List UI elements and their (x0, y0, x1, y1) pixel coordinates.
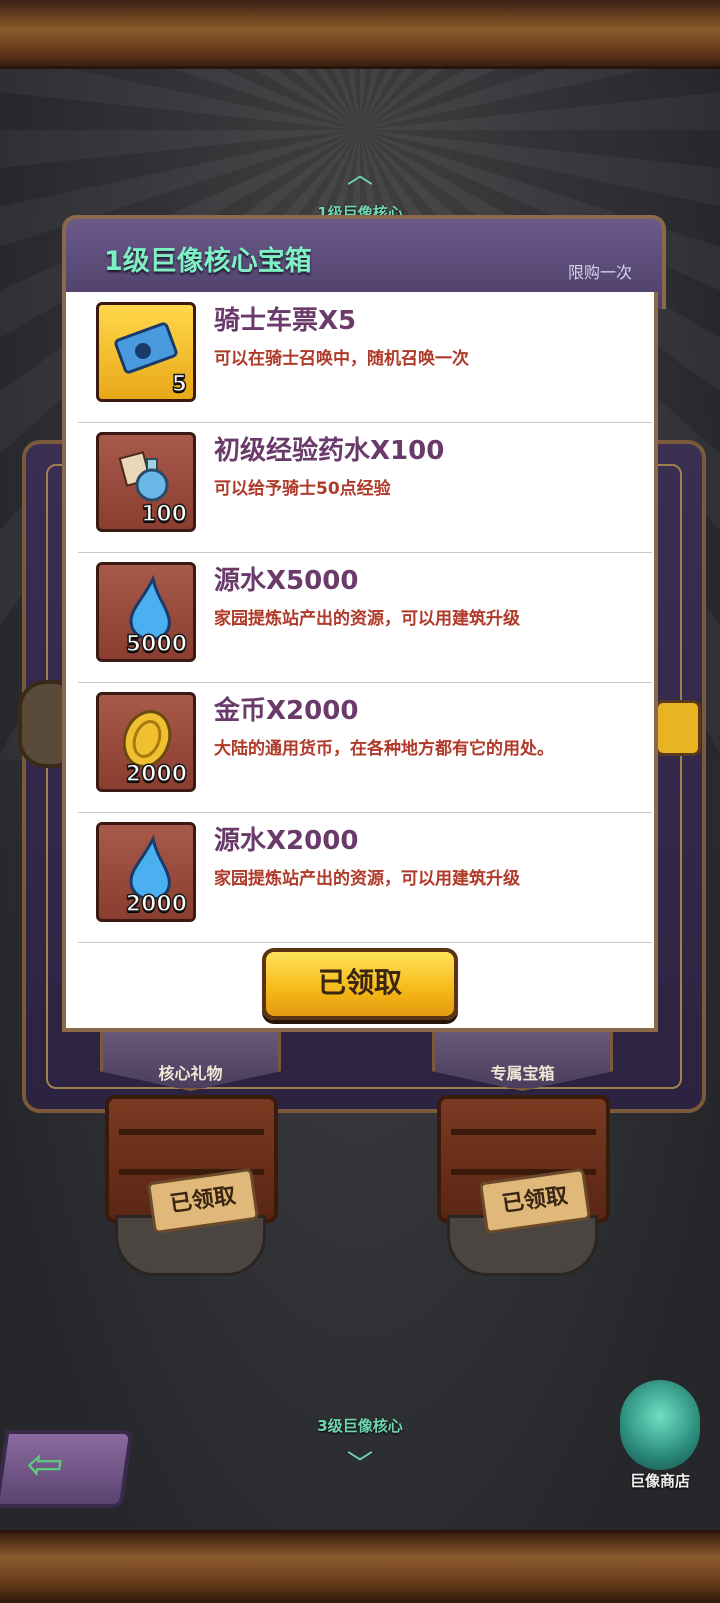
water-icon-frame: 2000 (96, 822, 196, 922)
reward-dialog: 5 骑士车票X5 可以在骑士召唤中，随机召唤一次 100 初级经验药水X100 … (62, 292, 658, 1032)
item-description: 可以在骑士召唤中，随机召唤一次 (214, 349, 469, 369)
back-button[interactable]: ⇦ (0, 1430, 134, 1508)
item-description: 大陆的通用货币，在各种地方都有它的用处。 (214, 739, 554, 759)
chevron-up-icon[interactable]: ︿ (345, 160, 375, 190)
side-tab[interactable] (655, 700, 701, 756)
water-icon-frame: 5000 (96, 562, 196, 662)
shop-orb-icon (620, 1380, 700, 1470)
reward-row: 2000 金币X2000 大陆的通用货币，在各种地方都有它的用处。 (78, 682, 652, 813)
arrow-left-icon: ⇦ (23, 1439, 68, 1490)
item-name: 源水X2000 (214, 826, 359, 856)
colossus-shop-button[interactable]: 巨像商店 (610, 1370, 710, 1500)
item-description: 家园提炼站产出的资源，可以用建筑升级 (214, 869, 520, 889)
reward-row: 2000 源水X2000 家园提炼站产出的资源，可以用建筑升级 (78, 812, 652, 943)
item-name: 源水X5000 (214, 566, 359, 596)
ticket-icon-frame: 5 (96, 302, 196, 402)
item-quantity: 2000 (125, 891, 188, 918)
ticket-icon (114, 322, 178, 374)
item-quantity: 5000 (125, 631, 188, 658)
bottom-frame (0, 1530, 720, 1603)
coin-icon-frame: 2000 (96, 692, 196, 792)
purchase-limit: 限购一次 (567, 263, 632, 282)
chest-tag: 专属宝箱 (432, 1025, 613, 1091)
reward-row: 5 骑士车票X5 可以在骑士召唤中，随机召唤一次 (78, 292, 652, 423)
dialog-title: 1级巨像核心宝箱 (104, 246, 312, 277)
top-frame (0, 0, 720, 69)
potion-icon-frame: 100 (96, 432, 196, 532)
reward-row: 100 初级经验药水X100 可以给予骑士50点经验 (78, 422, 652, 553)
item-name: 骑士车票X5 (214, 306, 357, 336)
core-gift-chest[interactable]: 核心礼物 已领取 (100, 1025, 281, 1276)
item-quantity: 100 (140, 501, 187, 528)
item-description: 可以给予骑士50点经验 (214, 479, 391, 499)
chest-tag: 核心礼物 (100, 1025, 281, 1091)
shop-label: 巨像商店 (629, 1472, 690, 1490)
reward-row: 5000 源水X5000 家园提炼站产出的资源，可以用建筑升级 (78, 552, 652, 683)
item-name: 初级经验药水X100 (214, 436, 445, 466)
item-description: 家园提炼站产出的资源，可以用建筑升级 (214, 609, 520, 629)
chest-title: 专属宝箱 (490, 1064, 555, 1083)
item-quantity: 5 (171, 371, 188, 398)
chevron-down-icon[interactable]: ﹀ (345, 1450, 375, 1480)
chest-title: 核心礼物 (158, 1064, 223, 1083)
item-quantity: 2000 (125, 761, 188, 788)
exclusive-chest[interactable]: 专属宝箱 已领取 (432, 1025, 613, 1276)
claimed-button[interactable]: 已领取 (262, 948, 458, 1020)
item-name: 金币X2000 (214, 696, 359, 726)
